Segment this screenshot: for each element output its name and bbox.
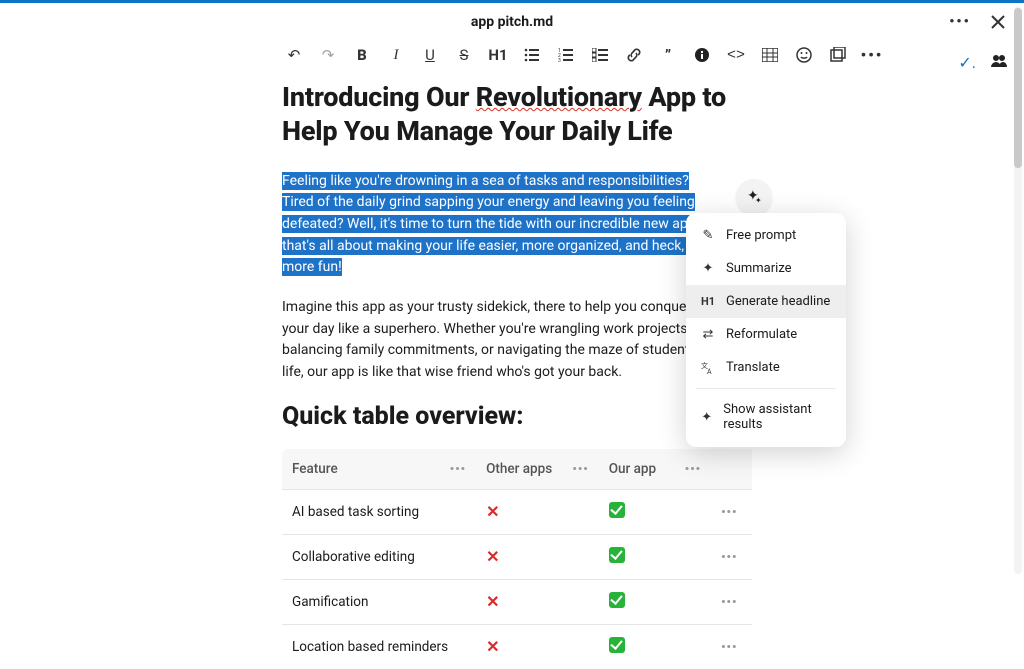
cross-icon: ✕ bbox=[486, 502, 499, 521]
info-button[interactable] bbox=[692, 45, 712, 65]
toolbar-more-button[interactable]: ••• bbox=[862, 45, 882, 65]
embed-button[interactable] bbox=[828, 45, 848, 65]
row-menu-icon[interactable]: ••• bbox=[721, 505, 737, 519]
cell-ours[interactable] bbox=[599, 624, 711, 669]
cell-other[interactable]: ✕ bbox=[476, 534, 599, 579]
strike-button[interactable]: S bbox=[454, 45, 474, 65]
table-header-ours[interactable]: Our app••• bbox=[599, 449, 711, 490]
task-list-button[interactable] bbox=[590, 45, 610, 65]
column-menu-icon[interactable]: ••• bbox=[450, 462, 466, 476]
menu-item-summarize[interactable]: ✦Summarize bbox=[686, 252, 846, 285]
section-heading[interactable]: Quick table overview: bbox=[282, 402, 976, 431]
h1-icon: H1 bbox=[700, 295, 716, 308]
cell-ours[interactable] bbox=[599, 534, 711, 579]
heading-button[interactable]: H1 bbox=[488, 45, 508, 65]
cell-ours[interactable] bbox=[599, 489, 711, 534]
menu-item-free-prompt[interactable]: ✎Free prompt bbox=[686, 219, 846, 252]
svg-text:3: 3 bbox=[558, 58, 561, 62]
table-row[interactable]: Location based reminders ✕ ••• bbox=[282, 624, 752, 669]
intro-paragraph-selected[interactable]: Feeling like you're drowning in a sea of… bbox=[282, 171, 722, 279]
svg-text:A: A bbox=[707, 368, 712, 375]
row-menu-icon[interactable]: ••• bbox=[721, 640, 737, 654]
vertical-scrollbar[interactable] bbox=[1014, 6, 1022, 574]
pencil-icon: ✎ bbox=[700, 228, 716, 243]
cell-actions[interactable]: ••• bbox=[711, 489, 752, 534]
table-row[interactable]: AI based task sorting ✕ ••• bbox=[282, 489, 752, 534]
sparkle-icon: ✦ bbox=[700, 261, 716, 276]
window-more-button[interactable]: ••• bbox=[950, 12, 970, 32]
menu-item-reformulate[interactable]: ⇄Reformulate bbox=[686, 318, 846, 351]
window-close-button[interactable] bbox=[988, 12, 1008, 32]
row-menu-icon[interactable]: ••• bbox=[721, 550, 737, 564]
editor-toolbar: ↶ ↷ B I U S H1 123 ” <> bbox=[284, 45, 976, 65]
emoji-button[interactable] bbox=[794, 45, 814, 65]
check-icon bbox=[609, 502, 625, 518]
shuffle-icon: ⇄ bbox=[700, 327, 716, 342]
translate-icon: 文A bbox=[700, 361, 716, 375]
bold-button[interactable]: B bbox=[352, 45, 372, 65]
italic-button[interactable]: I bbox=[386, 45, 406, 65]
table-button[interactable] bbox=[760, 45, 780, 65]
underline-button[interactable]: U bbox=[420, 45, 440, 65]
table-row[interactable]: Collaborative editing ✕ ••• bbox=[282, 534, 752, 579]
cell-feature[interactable]: AI based task sorting bbox=[282, 489, 476, 534]
column-menu-icon[interactable]: ••• bbox=[572, 462, 588, 476]
collaborators-icon[interactable] bbox=[990, 53, 1008, 72]
code-button[interactable]: <> bbox=[726, 45, 746, 65]
column-menu-icon[interactable]: ••• bbox=[685, 462, 701, 476]
cross-icon: ✕ bbox=[486, 637, 499, 656]
ai-assistant-chip[interactable] bbox=[736, 179, 772, 215]
sync-status-icon[interactable]: ✓. bbox=[958, 53, 976, 72]
undo-button[interactable]: ↶ bbox=[284, 45, 304, 65]
sparkle-icon: ✦ bbox=[700, 410, 713, 425]
link-button[interactable] bbox=[624, 45, 644, 65]
redo-button[interactable]: ↷ bbox=[318, 45, 338, 65]
cell-feature[interactable]: Location based reminders bbox=[282, 624, 476, 669]
menu-item-translate[interactable]: 文A Translate bbox=[686, 351, 846, 384]
comparison-table: Feature••• Other apps••• Our app••• AI b… bbox=[282, 449, 752, 669]
row-menu-icon[interactable]: ••• bbox=[721, 595, 737, 609]
check-icon bbox=[609, 547, 625, 563]
menu-item-generate-headline[interactable]: H1Generate headline bbox=[686, 285, 846, 318]
sparkle-icon bbox=[747, 190, 761, 204]
check-icon bbox=[609, 637, 625, 653]
cross-icon: ✕ bbox=[486, 547, 499, 566]
menu-item-show-results[interactable]: ✦Show assistant results bbox=[686, 393, 846, 441]
bulleted-list-button[interactable] bbox=[522, 45, 542, 65]
numbered-list-button[interactable]: 123 bbox=[556, 45, 576, 65]
page-title[interactable]: Introducing Our Revolutionary App to Hel… bbox=[282, 81, 976, 149]
cell-actions[interactable]: ••• bbox=[711, 579, 752, 624]
cell-feature[interactable]: Gamification bbox=[282, 579, 476, 624]
cell-actions[interactable]: ••• bbox=[711, 624, 752, 669]
cross-icon: ✕ bbox=[486, 592, 499, 611]
cell-feature[interactable]: Collaborative editing bbox=[282, 534, 476, 579]
check-icon bbox=[609, 592, 625, 608]
window-title: app pitch.md bbox=[471, 14, 553, 30]
ai-assistant-menu: ✎Free prompt ✦Summarize H1Generate headl… bbox=[686, 213, 846, 447]
quote-button[interactable]: ” bbox=[658, 45, 678, 65]
table-row[interactable]: Gamification ✕ ••• bbox=[282, 579, 752, 624]
table-header-actions bbox=[711, 449, 752, 490]
cell-actions[interactable]: ••• bbox=[711, 534, 752, 579]
cell-other[interactable]: ✕ bbox=[476, 579, 599, 624]
scrollbar-thumb[interactable] bbox=[1014, 8, 1022, 168]
table-header-feature[interactable]: Feature••• bbox=[282, 449, 476, 490]
body-paragraph[interactable]: Imagine this app as your trusty sidekick… bbox=[282, 297, 702, 384]
cell-other[interactable]: ✕ bbox=[476, 489, 599, 534]
cell-other[interactable]: ✕ bbox=[476, 624, 599, 669]
table-header-other[interactable]: Other apps••• bbox=[476, 449, 599, 490]
cell-ours[interactable] bbox=[599, 579, 711, 624]
